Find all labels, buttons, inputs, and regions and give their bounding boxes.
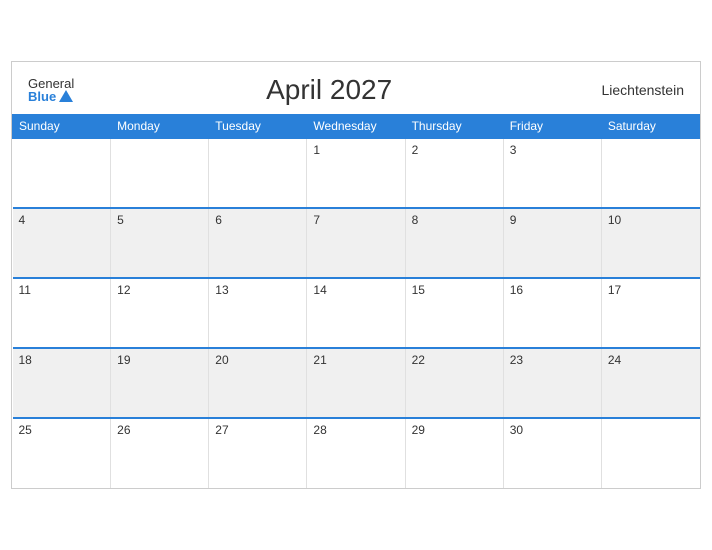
week-row-5: 25 26 27 28 29 30 bbox=[13, 418, 700, 488]
day-cell: 23 bbox=[503, 348, 601, 418]
day-number: 2 bbox=[412, 143, 419, 157]
day-number: 26 bbox=[117, 423, 130, 437]
day-number: 12 bbox=[117, 283, 130, 297]
day-number: 10 bbox=[608, 213, 621, 227]
day-number: 27 bbox=[215, 423, 228, 437]
day-number: 8 bbox=[412, 213, 419, 227]
day-header-friday: Friday bbox=[503, 115, 601, 139]
day-cell: 7 bbox=[307, 208, 405, 278]
day-cell: 30 bbox=[503, 418, 601, 488]
calendar-grid: Sunday Monday Tuesday Wednesday Thursday… bbox=[12, 114, 700, 488]
logo-triangle-icon bbox=[59, 90, 73, 102]
day-cell bbox=[601, 418, 699, 488]
day-cell: 4 bbox=[13, 208, 111, 278]
day-cell bbox=[13, 138, 111, 208]
day-cell: 15 bbox=[405, 278, 503, 348]
day-cell: 21 bbox=[307, 348, 405, 418]
calendar-body: 1234567891011121314151617181920212223242… bbox=[13, 138, 700, 488]
logo-blue-text: Blue bbox=[28, 90, 74, 103]
day-number: 22 bbox=[412, 353, 425, 367]
calendar-header: General Blue April 2027 Liechtenstein bbox=[12, 62, 700, 114]
day-cell: 28 bbox=[307, 418, 405, 488]
logo: General Blue bbox=[28, 77, 74, 103]
day-cell: 22 bbox=[405, 348, 503, 418]
day-cell: 3 bbox=[503, 138, 601, 208]
day-header-wednesday: Wednesday bbox=[307, 115, 405, 139]
day-number: 16 bbox=[510, 283, 523, 297]
day-cell bbox=[209, 138, 307, 208]
week-row-3: 11 12 13 14 15 16 17 bbox=[13, 278, 700, 348]
day-cell: 14 bbox=[307, 278, 405, 348]
day-header-saturday: Saturday bbox=[601, 115, 699, 139]
day-number: 21 bbox=[313, 353, 326, 367]
day-number: 4 bbox=[19, 213, 26, 227]
day-header-sunday: Sunday bbox=[13, 115, 111, 139]
day-number: 15 bbox=[412, 283, 425, 297]
day-cell bbox=[601, 138, 699, 208]
day-cell: 12 bbox=[111, 278, 209, 348]
day-cell: 8 bbox=[405, 208, 503, 278]
day-number: 11 bbox=[19, 283, 31, 297]
day-cell: 27 bbox=[209, 418, 307, 488]
day-cell: 13 bbox=[209, 278, 307, 348]
day-number: 20 bbox=[215, 353, 228, 367]
day-cell: 9 bbox=[503, 208, 601, 278]
day-cell: 19 bbox=[111, 348, 209, 418]
day-cell: 18 bbox=[13, 348, 111, 418]
day-cell: 16 bbox=[503, 278, 601, 348]
day-number: 19 bbox=[117, 353, 130, 367]
country-label: Liechtenstein bbox=[584, 82, 684, 98]
day-cell: 10 bbox=[601, 208, 699, 278]
day-number: 30 bbox=[510, 423, 523, 437]
day-number: 1 bbox=[313, 143, 320, 157]
day-number: 25 bbox=[19, 423, 32, 437]
day-header-row: Sunday Monday Tuesday Wednesday Thursday… bbox=[13, 115, 700, 139]
week-row-2: 4 5 6 7 8 9 10 bbox=[13, 208, 700, 278]
day-cell: 26 bbox=[111, 418, 209, 488]
day-number: 28 bbox=[313, 423, 326, 437]
day-cell: 11 bbox=[13, 278, 111, 348]
day-cell: 6 bbox=[209, 208, 307, 278]
week-row-1: 1 2 3 bbox=[13, 138, 700, 208]
day-cell: 1 bbox=[307, 138, 405, 208]
day-header-monday: Monday bbox=[111, 115, 209, 139]
day-number: 9 bbox=[510, 213, 517, 227]
day-cell: 2 bbox=[405, 138, 503, 208]
day-number: 17 bbox=[608, 283, 621, 297]
day-number: 6 bbox=[215, 213, 222, 227]
day-number: 13 bbox=[215, 283, 228, 297]
day-header-thursday: Thursday bbox=[405, 115, 503, 139]
calendar-title: April 2027 bbox=[74, 74, 584, 106]
day-cell: 25 bbox=[13, 418, 111, 488]
day-cell: 5 bbox=[111, 208, 209, 278]
day-cell: 29 bbox=[405, 418, 503, 488]
day-number: 18 bbox=[19, 353, 32, 367]
day-number: 5 bbox=[117, 213, 124, 227]
calendar: General Blue April 2027 Liechtenstein Su… bbox=[11, 61, 701, 489]
day-number: 7 bbox=[313, 213, 320, 227]
day-cell: 17 bbox=[601, 278, 699, 348]
day-cell: 20 bbox=[209, 348, 307, 418]
day-number: 24 bbox=[608, 353, 621, 367]
week-row-4: 18 19 20 21 22 23 24 bbox=[13, 348, 700, 418]
day-number: 23 bbox=[510, 353, 523, 367]
day-cell: 24 bbox=[601, 348, 699, 418]
day-number: 3 bbox=[510, 143, 517, 157]
day-number: 29 bbox=[412, 423, 425, 437]
day-cell bbox=[111, 138, 209, 208]
day-header-tuesday: Tuesday bbox=[209, 115, 307, 139]
day-number: 14 bbox=[313, 283, 326, 297]
